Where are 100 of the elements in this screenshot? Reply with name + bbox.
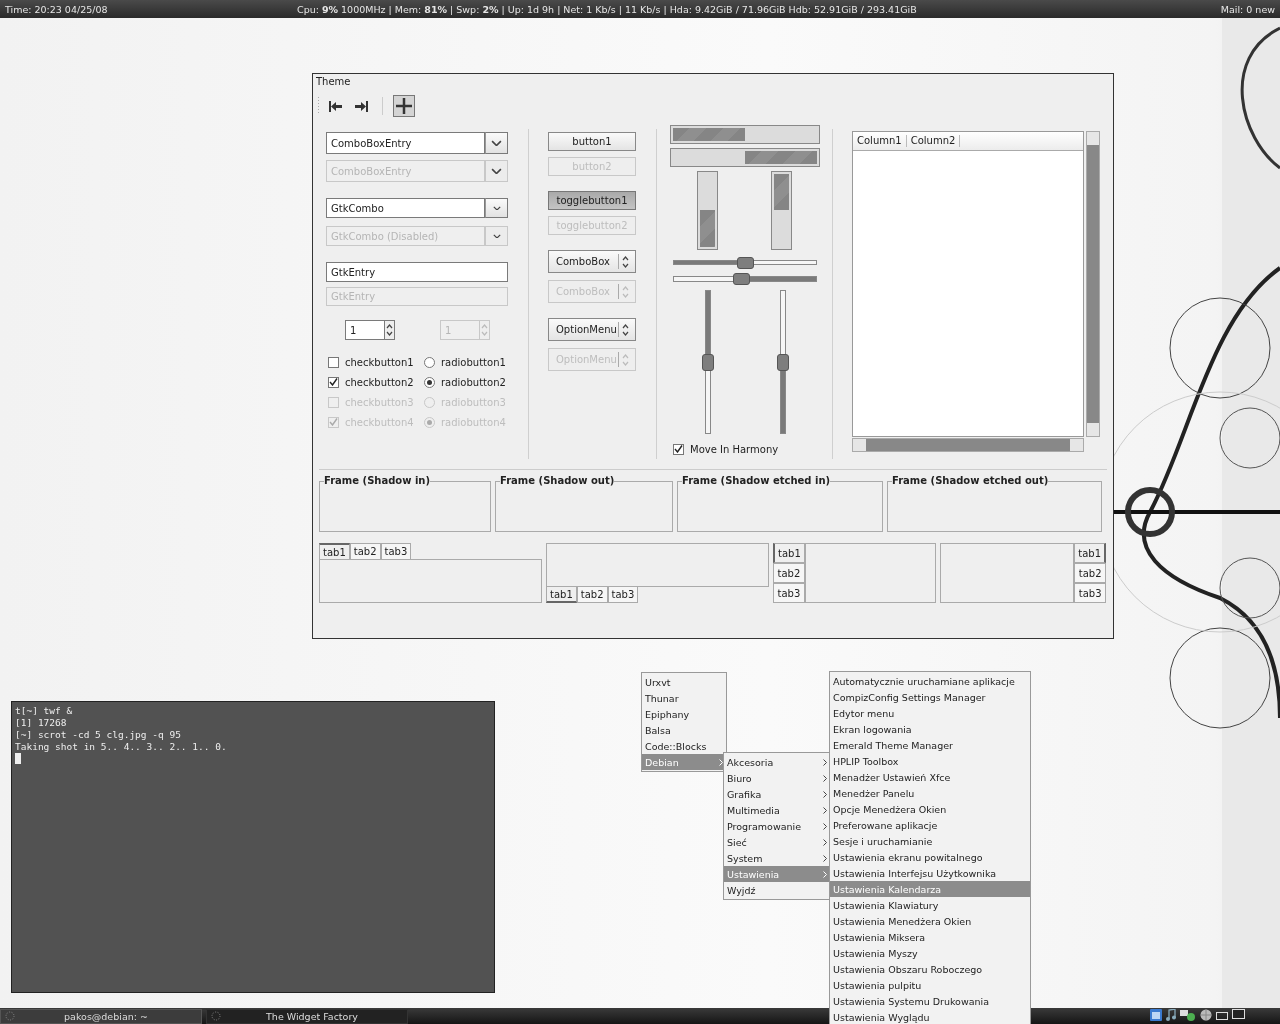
checkbox[interactable] (673, 443, 684, 455)
combo-box[interactable]: OptionMenu (548, 318, 636, 341)
menu-item[interactable]: Automatycznie uruchamiane aplikacje (830, 673, 1030, 689)
terminal-line: [~] scrot -cd 5 clg.jpg -q 95 (15, 729, 182, 741)
checkbox-label: checkbutton2 (345, 376, 414, 388)
slider-track[interactable] (673, 259, 817, 266)
slider-thumb[interactable] (732, 273, 750, 286)
menu-item[interactable]: Ustawienia Systemu Drukowania (830, 993, 1030, 1009)
combo-box[interactable]: ComboBox (548, 250, 636, 273)
radio-dot-icon (427, 379, 432, 385)
menu-item[interactable]: Thunar (642, 690, 726, 706)
up-down-arrows-icon (622, 323, 629, 336)
dropdown-button[interactable] (485, 198, 508, 218)
tab[interactable]: tab3 (773, 583, 805, 603)
slider-track[interactable] (780, 290, 786, 435)
dropdown-button[interactable] (485, 160, 508, 182)
menu-item[interactable]: Ekran logowania (830, 721, 1030, 737)
menu-item[interactable]: Menedżer Panelu (830, 785, 1030, 801)
menu-item[interactable]: Grafika (724, 786, 830, 802)
menu-item[interactable]: Ustawienia Wyglądu (830, 1009, 1030, 1024)
task-button[interactable]: The Widget Factory (206, 1008, 408, 1024)
menu-item[interactable]: Urxvt (642, 674, 726, 690)
menu-item[interactable]: Ustawienia Miksera (830, 929, 1030, 945)
menu-item[interactable]: Edytor menu (830, 705, 1030, 721)
terminal-line: [1] 17268 (15, 717, 68, 729)
clock-text: Time: 20:23 04/25/08 (4, 3, 109, 15)
menu-item[interactable]: Biuro (724, 770, 830, 786)
slider-thumb[interactable] (737, 256, 754, 269)
menu-item[interactable]: Ustawienia Menedżera Okien (830, 913, 1030, 929)
tab[interactable]: tab2 (576, 586, 608, 603)
terminal-line: t[~] twf & (15, 705, 74, 717)
push-button[interactable]: button1 (548, 132, 636, 151)
up-down-arrows-icon (622, 285, 629, 298)
menu-item[interactable]: Wyjdź (724, 882, 830, 898)
menu-item[interactable]: Ustawienia pulpitu (830, 977, 1030, 993)
frame-label: Frame (Shadow out) (500, 476, 615, 486)
toggle-button[interactable]: togglebutton1 (548, 191, 636, 210)
menu-item[interactable]: Programowanie (724, 818, 830, 834)
tab[interactable]: tab2 (773, 563, 805, 583)
skip-back-icon (328, 100, 342, 112)
chevron-right-icon (719, 758, 723, 766)
menu-item[interactable]: Multimedia (724, 802, 830, 818)
globe-icon (1200, 1009, 1212, 1021)
caret-icon (492, 233, 501, 239)
up-down-arrows-icon (386, 324, 393, 336)
up-down-arrows-icon (481, 324, 488, 336)
menu-item[interactable]: Code::Blocks (642, 738, 726, 754)
slider-thumb[interactable] (702, 354, 714, 372)
dropdown-button[interactable] (485, 132, 508, 154)
slider-thumb[interactable] (777, 354, 789, 372)
menu-item[interactable]: Opcje Menedżera Okien (830, 801, 1030, 817)
combo-entry-field[interactable]: GtkCombo (326, 198, 485, 218)
tab[interactable]: tab1 (546, 586, 577, 603)
menu-item[interactable]: Ustawienia ekranu powitalnego (830, 849, 1030, 865)
menu-item[interactable]: Akcesoria (724, 754, 830, 770)
checkbox[interactable] (328, 376, 339, 388)
tab[interactable]: tab1 (773, 543, 805, 563)
column-header[interactable]: Column2 (906, 135, 961, 147)
spin-field[interactable]: 1 (345, 320, 385, 340)
menu-item[interactable]: System (724, 850, 830, 866)
task-button[interactable]: pakos@debian: ~ (0, 1008, 202, 1024)
menu-item[interactable]: Emerald Theme Manager (830, 737, 1030, 753)
system-stats-text: Cpu: 9% 1000MHz | Mem: 81% | Swp: 2% | Up: 1d 9h | Net: 1 Kb/s | 11 Kb/s | Hda: 9.42GiB / 71.96GiB Hdb: 52.91GiB / 293.41GiB (296, 3, 918, 15)
slider-track[interactable] (705, 290, 711, 435)
menu-item[interactable]: Sesje i uruchamianie (830, 833, 1030, 849)
network-icon (1180, 1009, 1196, 1021)
radio-label: radiobutton1 (441, 356, 506, 368)
tab[interactable]: tab3 (1074, 583, 1106, 603)
menu-item[interactable]: Ustawienia Obszaru Roboczego (830, 961, 1030, 977)
combo-entry-field[interactable]: ComboBoxEntry (326, 132, 485, 154)
caret-icon (491, 139, 502, 147)
column-header[interactable]: Column1 (853, 135, 907, 147)
toolbar-button[interactable] (393, 95, 415, 117)
menu-item[interactable]: Menadżer Ustawień Xfce (830, 769, 1030, 785)
menu-item[interactable]: Epiphany (642, 706, 726, 722)
spin-button[interactable] (385, 320, 395, 340)
checkbox[interactable] (328, 356, 339, 368)
radio-dot-icon (427, 419, 432, 425)
monitor-icon (1216, 1009, 1246, 1021)
dotted-circle-icon (5, 1011, 15, 1021)
menu-item[interactable]: Balsa (642, 722, 726, 738)
menu-item[interactable]: Preferowane aplikacje (830, 817, 1030, 833)
tab[interactable]: tab1 (1074, 543, 1106, 563)
radio-button[interactable] (424, 376, 435, 388)
tab[interactable]: tab2 (1074, 563, 1106, 583)
menu-item[interactable]: HPLIP Toolbox (830, 753, 1030, 769)
tab[interactable]: tab3 (607, 586, 639, 603)
vertical-scrollbar[interactable] (1086, 131, 1100, 437)
menu-item[interactable]: Ustawienia Interfejsu Użytkownika (830, 865, 1030, 881)
menu-item[interactable]: Ustawienia Klawiatury (830, 897, 1030, 913)
menu-item[interactable]: Sieć (724, 834, 830, 850)
terminal-line: Taking shot in 5.. 4.. 3.. 2.. 1.. 0. (15, 741, 228, 753)
horizontal-scrollbar[interactable] (852, 438, 1084, 452)
menu-item[interactable]: CompizConfig Settings Manager (830, 689, 1030, 705)
radio-button[interactable] (424, 356, 435, 368)
up-down-arrows-icon (622, 353, 629, 366)
text-entry-field[interactable]: GtkEntry (326, 262, 508, 282)
slider-track[interactable] (673, 276, 817, 283)
menu-item[interactable]: Ustawienia Myszy (830, 945, 1030, 961)
up-down-arrows-icon (622, 255, 629, 268)
